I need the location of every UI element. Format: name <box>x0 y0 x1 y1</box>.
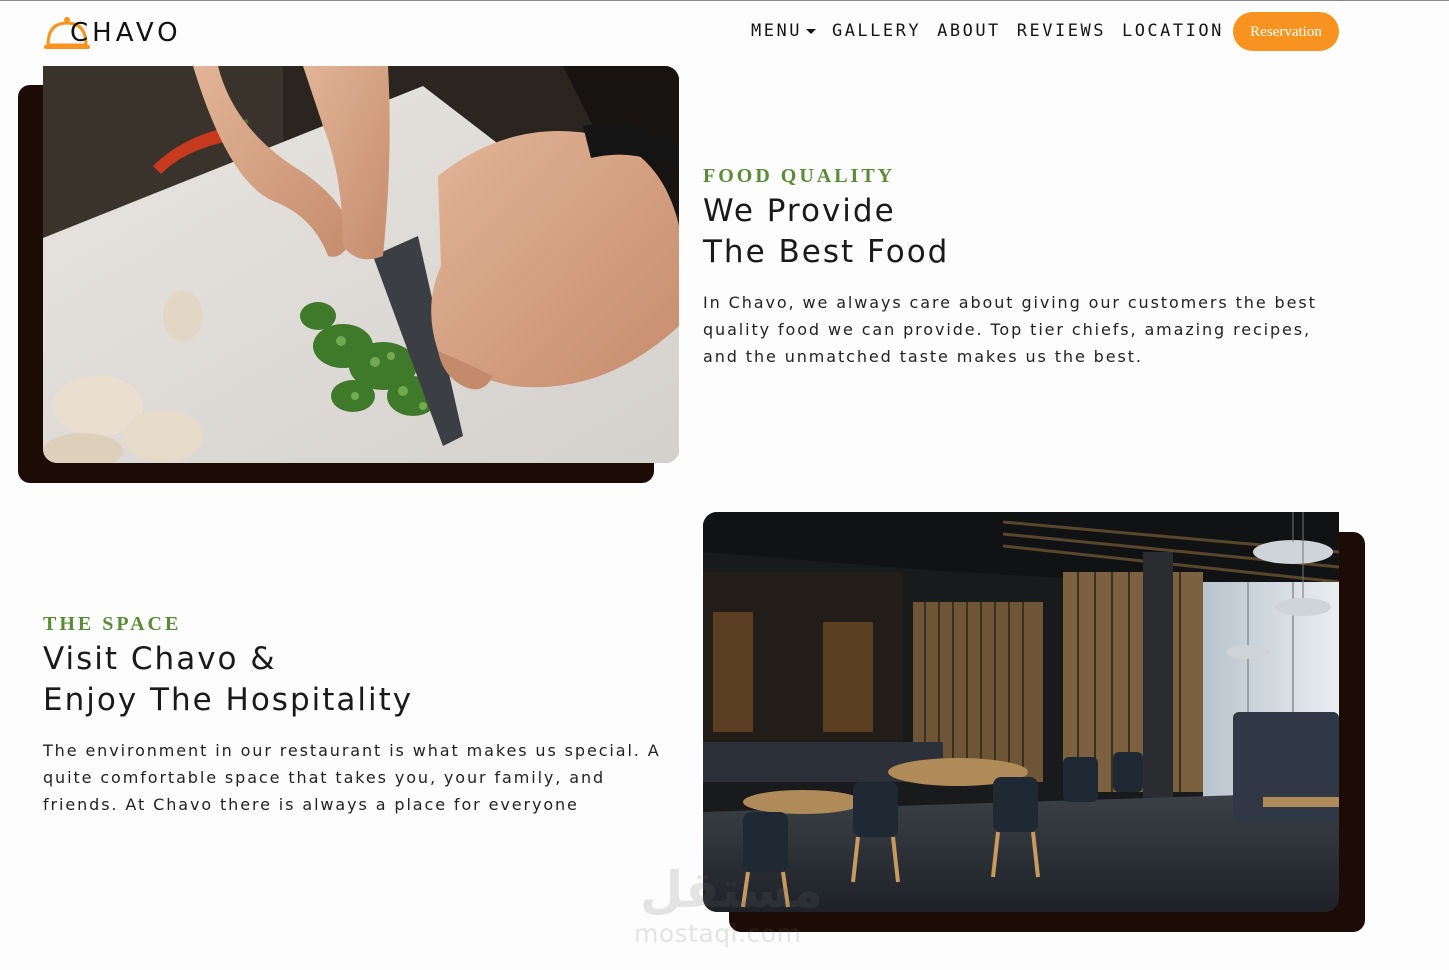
space-heading-line1: Visit Chavo & <box>43 641 277 677</box>
nav-gallery-link[interactable]: GALLERY <box>832 21 921 41</box>
food-heading-line1: We Provide <box>703 193 896 229</box>
nav-reviews-link[interactable]: REVIEWS <box>1017 21 1106 41</box>
food-paragraph: In Chavo, we always care about giving ou… <box>703 293 1317 366</box>
chef-chopping-illustration <box>43 66 679 463</box>
nav-about-link[interactable]: ABOUT <box>937 21 1001 41</box>
space-eyebrow: THE SPACE <box>43 613 182 635</box>
food-heading: We Provide The Best Food <box>703 191 949 273</box>
restaurant-interior-illustration <box>703 512 1339 912</box>
food-eyebrow: FOOD QUALITY <box>703 165 896 187</box>
brand-logo[interactable]: CHAVO <box>44 13 182 53</box>
navbar: CHAVO MENU GALLERY ABOUT REVIEWS LOCATIO… <box>0 1 1449 67</box>
space-heading-line2: Enjoy The Hospitality <box>43 682 414 718</box>
nav-location-link[interactable]: LOCATION <box>1122 21 1224 41</box>
space-paragraph: The environment in our restaurant is wha… <box>43 741 661 814</box>
brand-name: CHAVO <box>70 18 182 48</box>
caret-down-icon <box>805 29 816 34</box>
restaurant-interior-image <box>703 512 1339 912</box>
food-heading-line2: The Best Food <box>703 234 950 270</box>
chef-chopping-image <box>43 66 679 463</box>
nav-links: MENU GALLERY ABOUT REVIEWS LOCATION <box>751 21 1240 41</box>
nav-menu-dropdown[interactable]: MENU <box>751 21 816 41</box>
space-heading: Visit Chavo & Enjoy The Hospitality <box>43 639 413 721</box>
reservation-button[interactable]: Reservation <box>1233 12 1339 51</box>
nav-menu-label: MENU <box>751 21 802 41</box>
